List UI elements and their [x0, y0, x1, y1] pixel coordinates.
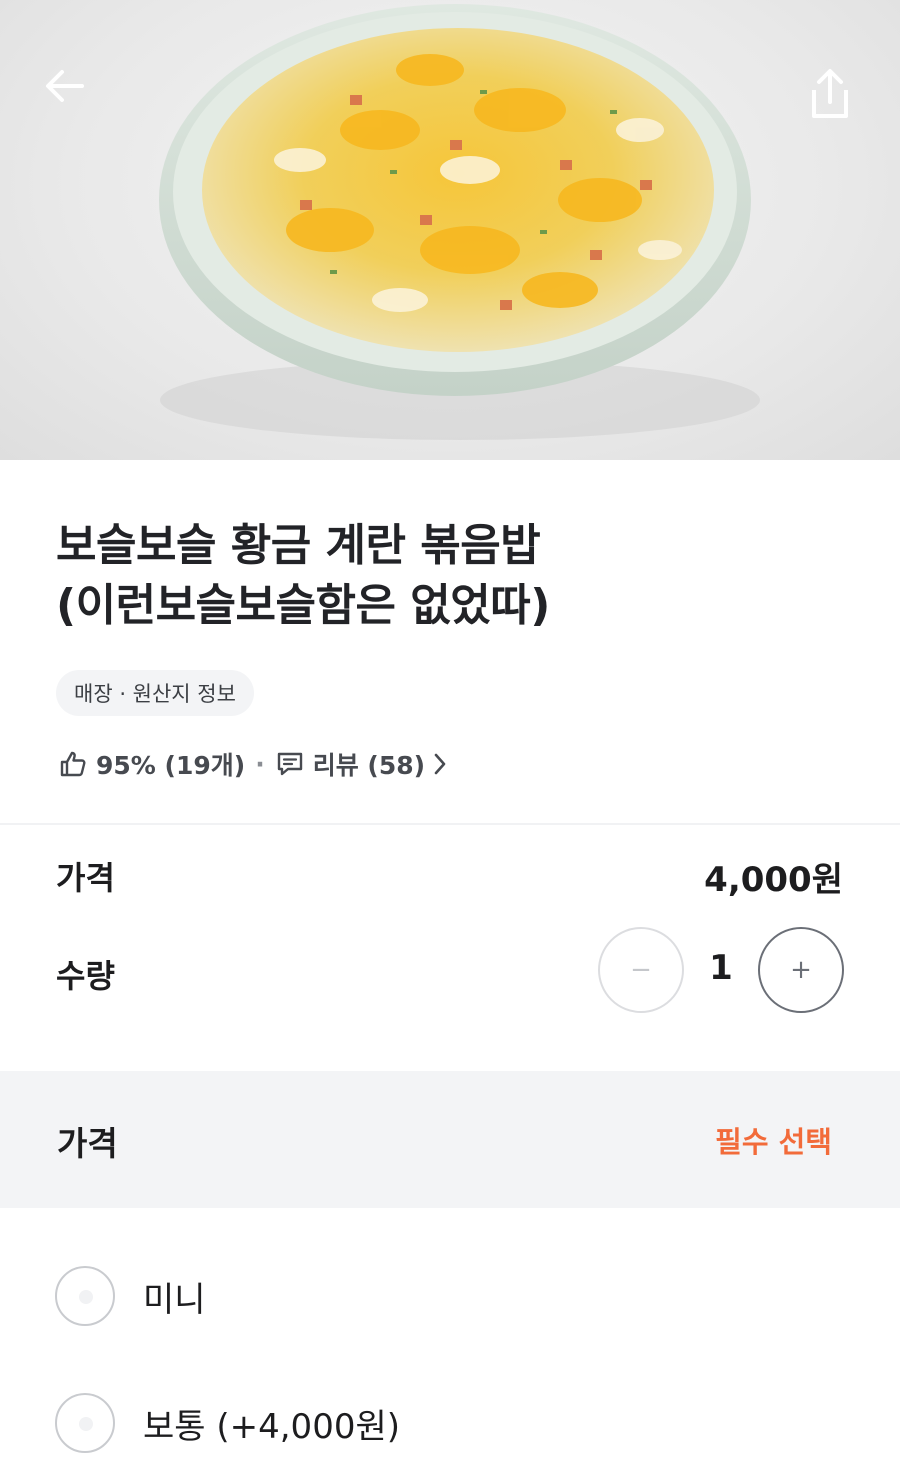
back-button[interactable] [44, 68, 104, 128]
option-label: 보통 (+4,000원) [143, 1406, 400, 1447]
price-value: 4,000원 [704, 860, 843, 900]
separator-dot: · [255, 749, 265, 779]
product-title: 보슬보슬 황금 계란 볶음밥 (이런보슬보슬함은 없었따) [56, 516, 856, 636]
product-title-line1: 보슬보슬 황금 계란 볶음밥 [56, 520, 541, 571]
comment-icon [275, 749, 305, 779]
chevron-right-icon [433, 752, 447, 776]
like-stat: 95% (19개) [96, 751, 246, 780]
quantity-label: 수량 [56, 957, 115, 995]
required-badge: 필수 선택 [715, 1125, 832, 1159]
option-group-title: 가격 [57, 1124, 118, 1163]
option-label: 미니 [143, 1279, 206, 1320]
quantity-decrease-button[interactable]: − [598, 927, 684, 1013]
arrow-left-icon [46, 70, 84, 102]
fried-rice-bowl-illustration [159, 4, 760, 440]
share-button[interactable] [806, 68, 866, 128]
product-title-line2: (이런보슬보슬함은 없었따) [56, 580, 550, 631]
review-link[interactable]: 리뷰 (58) [275, 746, 447, 782]
radio-button[interactable] [55, 1266, 115, 1326]
option-item-mini[interactable]: 미니 [55, 1265, 655, 1327]
price-label: 가격 [56, 859, 115, 897]
rating-review-row: 95% (19개) · 리뷰 (58) [58, 742, 447, 786]
radio-button[interactable] [55, 1393, 115, 1453]
product-image [0, 0, 900, 460]
quantity-value: 1 [709, 948, 733, 988]
quantity-increase-button[interactable]: + [758, 927, 844, 1013]
share-icon [812, 69, 848, 118]
section-divider [0, 823, 900, 825]
store-origin-info-chip[interactable]: 매장 · 원산지 정보 [56, 670, 254, 716]
review-label: 리뷰 (58) [312, 751, 426, 780]
thumbs-up-icon [58, 749, 88, 779]
option-item-regular[interactable]: 보통 (+4,000원) [55, 1392, 655, 1454]
